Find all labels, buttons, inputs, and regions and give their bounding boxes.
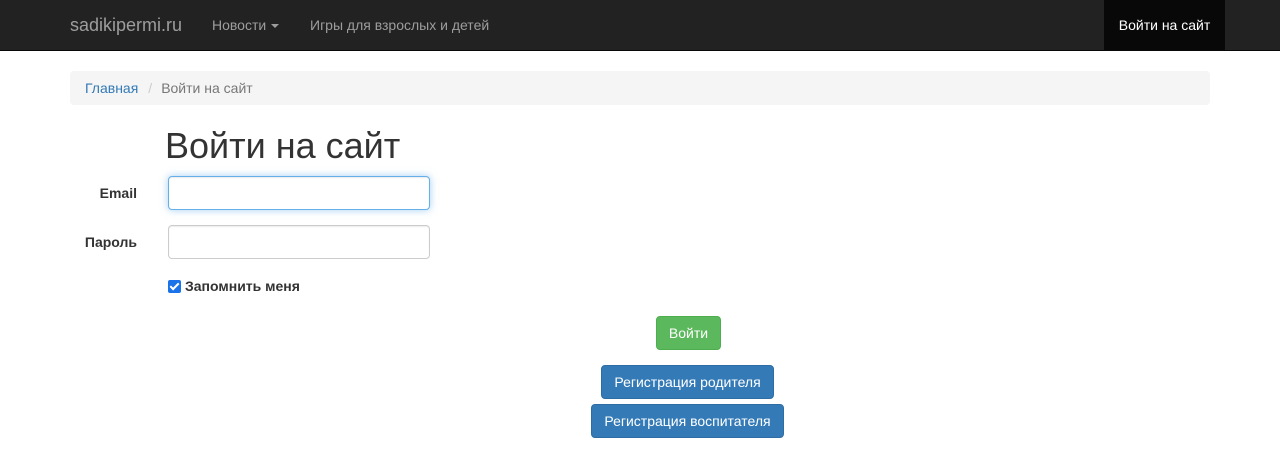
breadcrumb-current: Войти на сайт — [161, 80, 253, 96]
breadcrumb-separator: / — [148, 80, 153, 96]
remember-me[interactable]: Запомнить меня — [168, 277, 300, 295]
email-label: Email — [99, 185, 137, 201]
register-parent-button[interactable]: Регистрация родителя — [601, 365, 774, 399]
top-navbar: sadikipermi.ru Новости Игры для взрослых… — [0, 0, 1280, 51]
breadcrumb: Главная / Войти на сайт — [70, 71, 1210, 105]
remember-checkbox[interactable] — [168, 279, 181, 293]
login-button[interactable]: Войти — [656, 316, 721, 350]
password-field[interactable] — [168, 225, 430, 259]
remember-label: Запомнить меня — [185, 278, 300, 294]
password-label: Пароль — [84, 234, 137, 250]
nav-games-link[interactable]: Игры для взрослых и детей — [310, 0, 489, 50]
register-teacher-button[interactable]: Регистрация воспитателя — [591, 404, 784, 438]
brand-link[interactable]: sadikipermi.ru — [70, 0, 182, 50]
nav-login-link[interactable]: Войти на сайт — [1104, 0, 1225, 50]
nav-news-label: Новости — [212, 17, 267, 33]
caret-down-icon — [271, 24, 280, 29]
breadcrumb-home-link[interactable]: Главная — [85, 80, 138, 96]
email-field[interactable] — [168, 176, 430, 210]
page-title: Войти на сайт — [165, 125, 401, 166]
nav-news-dropdown[interactable]: Новости — [212, 0, 280, 50]
